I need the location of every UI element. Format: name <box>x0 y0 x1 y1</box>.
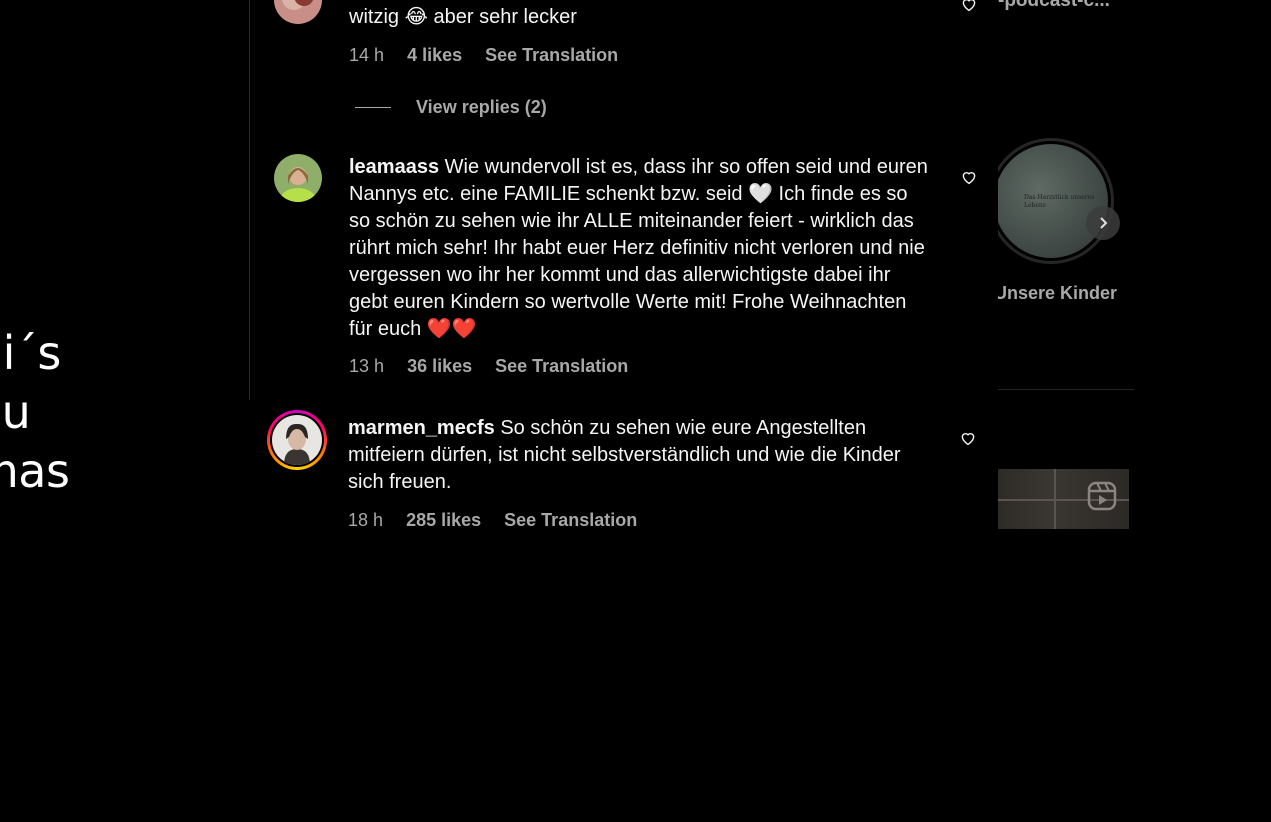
comment-text: marmen_mecfs So schön zu sehen wie eure … <box>348 415 933 496</box>
profile-sidebar: -podcast-c... Das Herzstück unseres Lebe… <box>998 0 1138 822</box>
see-translation-button[interactable]: See Translation <box>495 356 628 376</box>
highlight-label: Unsere Kinder <box>998 283 1118 303</box>
comment-likes[interactable]: 4 likes <box>407 45 462 65</box>
chevron-right-icon[interactable] <box>1086 206 1120 240</box>
comment-likes[interactable]: 36 likes <box>407 356 472 376</box>
comment-time[interactable]: 14 h <box>349 45 384 65</box>
heart-icon[interactable] <box>960 168 978 186</box>
comments-list: witzig 😂 aber sehr lecker 14 h 4 likes S… <box>0 0 1000 822</box>
comment-username[interactable]: marmen_mecfs <box>348 417 495 439</box>
comment-likes[interactable]: 285 likes <box>406 510 481 530</box>
highlight-cover: Das Herzstück unseres Lebens <box>998 144 1108 258</box>
comment-time[interactable]: 13 h <box>349 356 384 376</box>
see-translation-button[interactable]: See Translation <box>504 510 637 530</box>
comment-meta: 13 h 36 likes See Translation <box>349 356 646 377</box>
avatar-story-ring[interactable] <box>267 410 327 470</box>
view-replies-label: View replies (2) <box>416 97 547 117</box>
reels-icon <box>1087 481 1117 511</box>
avatar[interactable] <box>274 154 322 202</box>
comment-time[interactable]: 18 h <box>348 510 383 530</box>
heart-icon[interactable] <box>959 429 977 447</box>
comment-body: Wie wundervoll ist es, dass ihr so offen… <box>349 156 928 340</box>
see-translation-button[interactable]: See Translation <box>485 45 618 65</box>
comment-text: leamaass Wie wundervoll ist es, dass ihr… <box>349 154 934 343</box>
avatar <box>272 415 322 465</box>
sidebar-divider <box>998 389 1134 390</box>
replies-line <box>355 107 391 108</box>
story-highlight[interactable]: Das Herzstück unseres Lebens <box>998 138 1114 264</box>
comment-meta: 18 h 285 likes See Translation <box>348 510 655 531</box>
sidebar-title[interactable]: -podcast-c... <box>998 0 1110 12</box>
avatar-ring-inner <box>270 413 324 467</box>
heart-icon[interactable] <box>960 0 978 13</box>
comment-username[interactable]: leamaass <box>349 156 439 178</box>
comment-text: witzig 😂 aber sehr lecker <box>349 6 577 28</box>
reel-thumbnail[interactable] <box>998 469 1129 529</box>
comment-meta: 14 h 4 likes See Translation <box>349 45 636 66</box>
avatar[interactable] <box>274 0 322 24</box>
view-replies-button[interactable]: View replies (2) <box>355 97 547 118</box>
